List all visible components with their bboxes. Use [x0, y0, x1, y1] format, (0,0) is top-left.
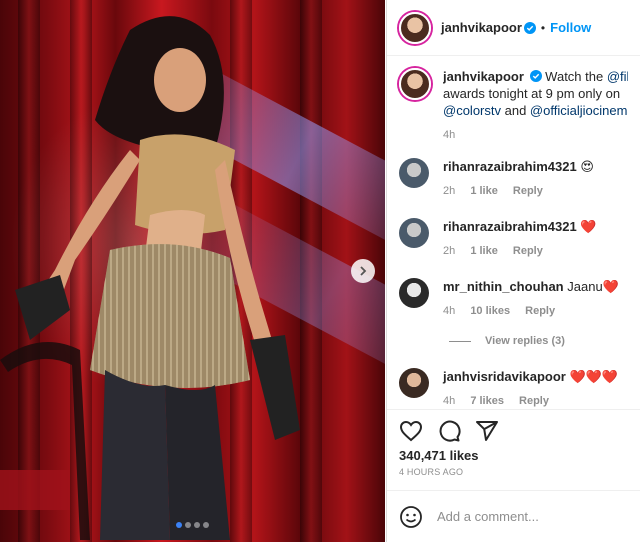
comment-meta: 2h 1 like Reply — [443, 183, 594, 200]
add-comment-input[interactable]: Add a comment... — [437, 509, 539, 524]
post-photo[interactable] — [0, 0, 385, 542]
comment-text: ❤️❤️❤️ — [569, 369, 619, 384]
heart-icon[interactable] — [399, 419, 423, 443]
comment-likes[interactable]: 1 like — [470, 245, 498, 257]
view-replies-button[interactable]: View replies (3) — [449, 335, 565, 347]
author-avatar[interactable] — [399, 68, 431, 100]
likes-count[interactable]: 340,471 likes — [387, 448, 640, 463]
comment-icon[interactable] — [437, 419, 461, 443]
reply-button[interactable]: Reply — [519, 395, 549, 407]
reply-button[interactable]: Reply — [513, 185, 543, 197]
comment-time: 4h — [443, 395, 456, 407]
carousel-dot — [203, 522, 209, 528]
caption-text: janhvikapoor Watch the @filmfa awards to… — [443, 68, 628, 144]
instagram-post-view: janhvikapoor • Follow janhvikapoor Watch… — [0, 0, 640, 542]
comment-body: rihanrazaibrahim4321 😍 2h 1 like Reply — [443, 158, 594, 200]
comment-text: ❤️ — [580, 219, 597, 234]
reply-button[interactable]: Reply — [525, 305, 555, 317]
author-avatar[interactable] — [399, 11, 431, 44]
reply-button[interactable]: Reply — [513, 245, 543, 257]
caption-text-part: awards tonight at 9 pm only on — [443, 86, 621, 101]
post-caption: janhvikapoor Watch the @filmfa awards to… — [387, 56, 640, 144]
mention-link[interactable]: @filmfa — [607, 69, 628, 84]
next-slide-button[interactable] — [351, 259, 375, 283]
commenter-avatar[interactable] — [399, 218, 429, 248]
author-username[interactable]: janhvikapoor — [441, 20, 522, 35]
post-details-panel: janhvikapoor • Follow janhvikapoor Watch… — [386, 0, 640, 542]
comment-username[interactable]: rihanrazaibrahim4321 — [443, 159, 577, 174]
comment-item: rihanrazaibrahim4321 ❤️ 2h 1 like Reply — [387, 218, 609, 260]
comment-body: janhvisridavikapoor ❤️❤️❤️ 4h 7 likes Re… — [443, 368, 618, 409]
comment-time: 2h — [443, 245, 456, 257]
comment-username[interactable]: rihanrazaibrahim4321 — [443, 219, 577, 234]
comment-time: 4h — [443, 305, 456, 317]
commenter-avatar[interactable] — [399, 368, 429, 398]
comment-likes[interactable]: 1 like — [470, 185, 498, 197]
comment-body: rihanrazaibrahim4321 ❤️ 2h 1 like Reply — [443, 218, 597, 260]
comments-list[interactable]: janhvikapoor Watch the @filmfa awards to… — [387, 56, 640, 409]
follow-button[interactable]: Follow — [550, 20, 591, 35]
replies-divider — [449, 340, 471, 342]
performer-silhouette — [0, 16, 300, 540]
caption-time: 4h — [443, 129, 456, 141]
comment-item: rihanrazaibrahim4321 😍 2h 1 like Reply — [387, 158, 606, 200]
comment-item: janhvisridavikapoor ❤️❤️❤️ 4h 7 likes Re… — [387, 368, 630, 409]
carousel-dot — [185, 522, 191, 528]
view-replies-label: View replies (3) — [485, 335, 565, 347]
comment-body: mr_nithin_chouhan Jaanu❤️ 4h 10 likes Re… — [443, 278, 619, 320]
separator-dot: • — [540, 20, 546, 35]
carousel-indicator — [0, 522, 385, 528]
post-header: janhvikapoor • Follow — [387, 0, 640, 56]
comment-item: mr_nithin_chouhan Jaanu❤️ 4h 10 likes Re… — [387, 278, 631, 320]
comment-meta: 2h 1 like Reply — [443, 243, 597, 260]
share-icon[interactable] — [475, 419, 499, 443]
caption-text-part: and — [501, 103, 530, 118]
mention-link[interactable]: @officialjiocinema — [530, 103, 628, 118]
comment-text: 😍 — [580, 159, 594, 174]
carousel-dot — [176, 522, 182, 528]
commenter-avatar[interactable] — [399, 158, 429, 188]
verified-badge-icon — [523, 21, 536, 34]
add-comment-bar: Add a comment... — [387, 490, 640, 542]
verified-badge-icon — [529, 70, 542, 82]
comment-likes[interactable]: 7 likes — [470, 395, 504, 407]
post-actions: 340,471 likes 4 HOURS AGO Add a comment.… — [387, 409, 640, 542]
post-time-ago: 4 HOURS AGO — [399, 467, 464, 477]
mention-link[interactable]: @colorstv — [443, 103, 501, 118]
comment-text: Jaanu❤️ — [567, 279, 619, 294]
comment-likes[interactable]: 10 likes — [470, 305, 510, 317]
chevron-right-icon — [360, 266, 367, 276]
carousel-dot — [194, 522, 200, 528]
comment-username[interactable]: mr_nithin_chouhan — [443, 279, 564, 294]
action-icons-row — [387, 410, 640, 446]
caption-meta: 4h — [443, 127, 628, 144]
caption-username[interactable]: janhvikapoor — [443, 69, 524, 84]
comment-meta: 4h 7 likes Reply — [443, 393, 618, 409]
caption-text-part: Watch the — [545, 69, 607, 84]
comment-username[interactable]: janhvisridavikapoor — [443, 369, 566, 384]
comment-time: 2h — [443, 185, 456, 197]
emoji-icon[interactable] — [399, 505, 423, 529]
commenter-avatar[interactable] — [399, 278, 429, 308]
comment-meta: 4h 10 likes Reply — [443, 303, 619, 320]
